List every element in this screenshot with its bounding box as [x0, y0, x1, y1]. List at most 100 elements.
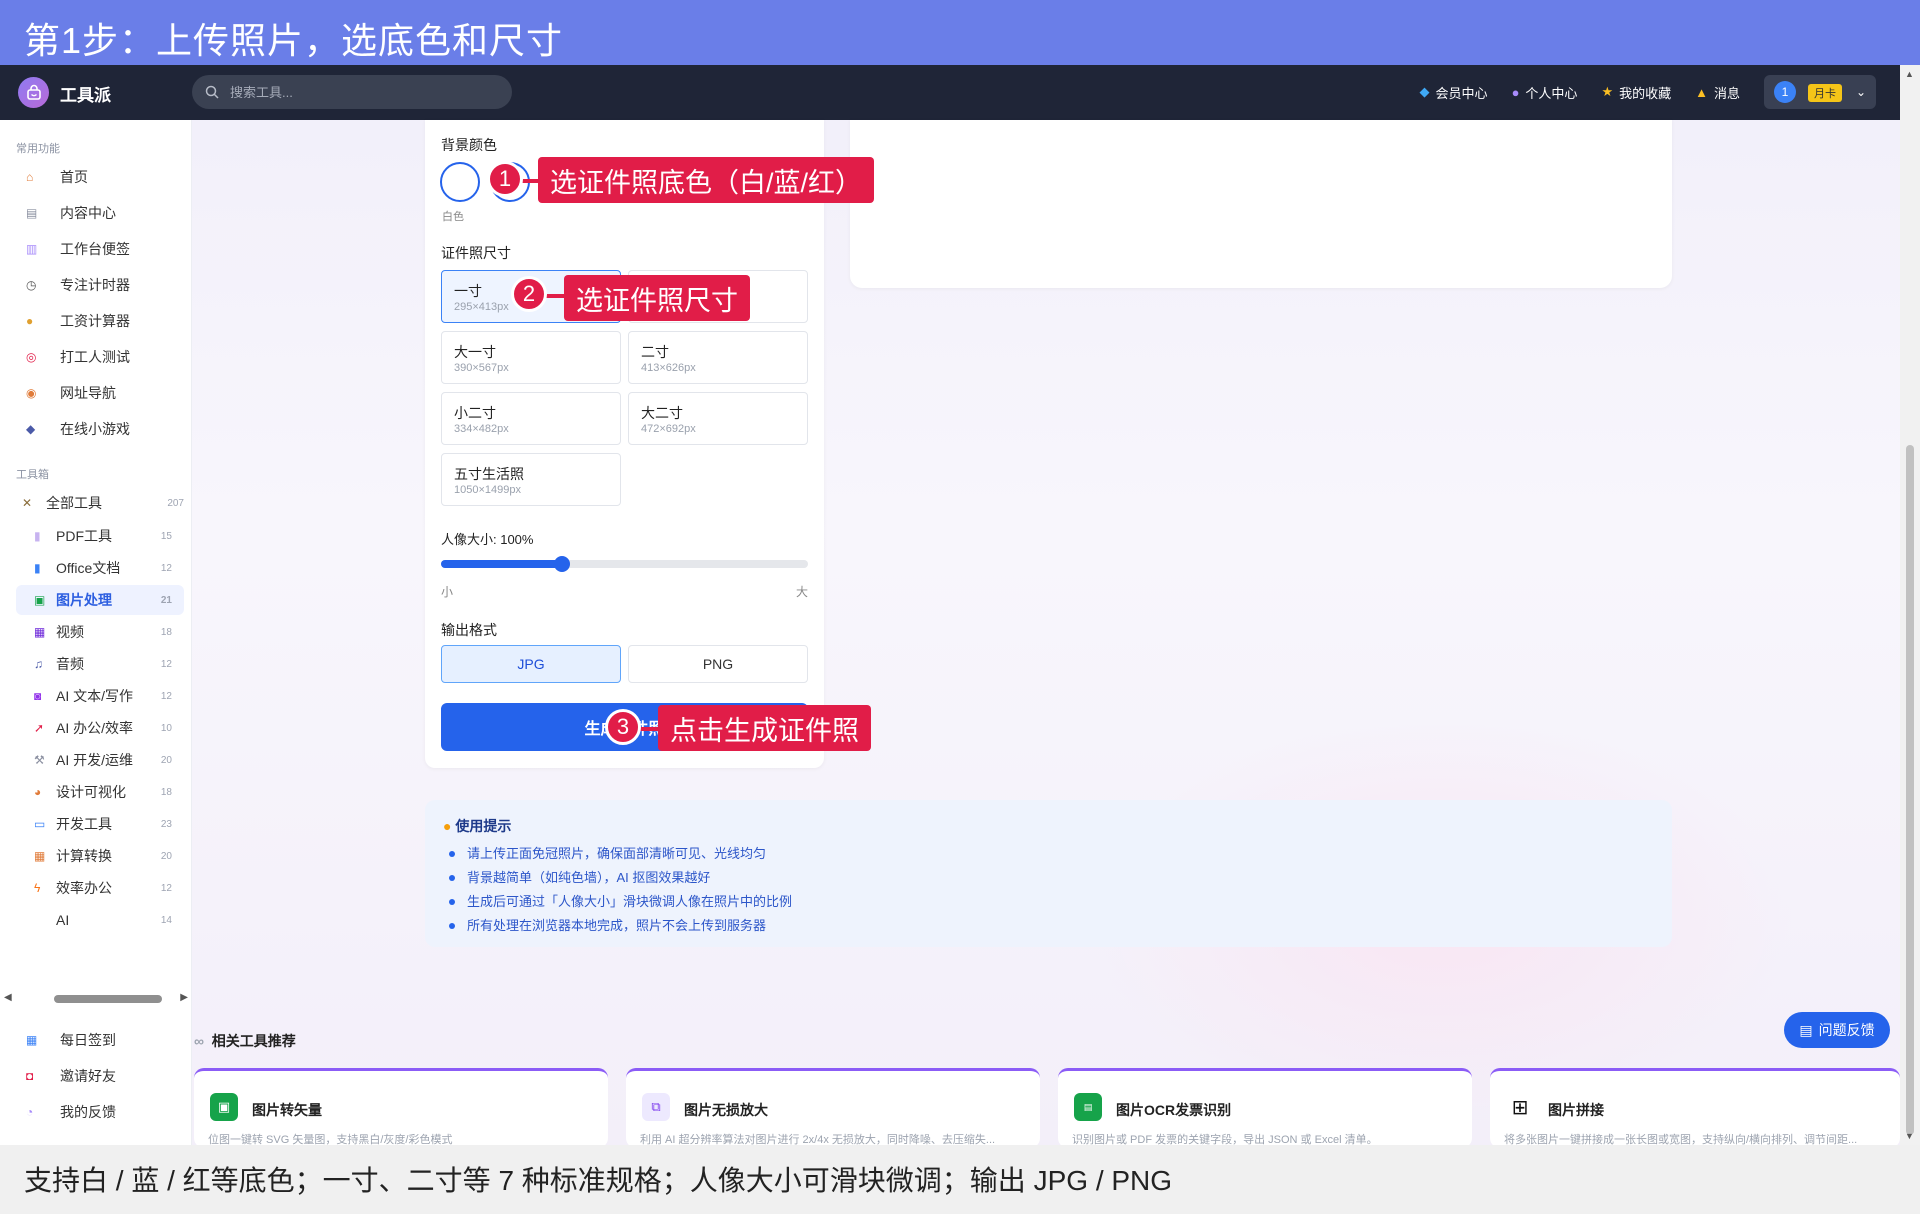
sidebar-item-content[interactable]: ▤ 内容中心: [16, 198, 182, 228]
user-menu[interactable]: 1 月卡 ⌄: [1764, 75, 1876, 109]
slider-min-label: 小: [441, 585, 454, 599]
related-card-stitch[interactable]: ⊞ 图片拼接 将多张图片一键拼接成一张长图或宽图，支持纵向/横向排列、调节间距.…: [1490, 1068, 1900, 1148]
bg-swatch-white[interactable]: [440, 162, 480, 202]
size-name: 五寸生活照: [454, 466, 524, 482]
scrollbar-thumb[interactable]: [54, 995, 162, 1003]
sidebar-item-image[interactable]: ▣ 图片处理 21: [16, 585, 184, 615]
slider-handle[interactable]: [554, 556, 570, 572]
caption-bar: 支持白 / 蓝 / 红等底色；一寸、二寸等 7 种标准规格；人像大小可滑块微调；…: [0, 1145, 1920, 1214]
sidebar-item-design[interactable]: ◕ 设计可视化 18: [16, 777, 184, 807]
format-jpg-button[interactable]: JPG: [441, 645, 621, 683]
related-card-vector[interactable]: ▣ 图片转矢量 位图一键转 SVG 矢量图，支持黑白/灰度/彩色模式: [194, 1068, 608, 1148]
search-input[interactable]: [230, 82, 490, 102]
format-png-button[interactable]: PNG: [628, 645, 808, 683]
related-tools-title: ∞ 相关工具推荐: [194, 1031, 296, 1051]
scrollbar-thumb[interactable]: [1906, 445, 1914, 1135]
lightning-icon: ϟ: [34, 881, 41, 895]
size-dims: 295×413px: [454, 301, 509, 313]
sidebar-item-notes[interactable]: ▥ 工作台便签: [16, 234, 182, 264]
stopwatch-icon: ◷: [26, 278, 37, 292]
size-option-small-2cun[interactable]: 小二寸 334×482px: [441, 392, 621, 445]
nav-favorites[interactable]: ★ 我的收藏: [1601, 83, 1671, 102]
nav-favorites-label: 我的收藏: [1619, 85, 1672, 101]
document-icon: ▤: [1799, 1021, 1813, 1038]
scroll-up-icon[interactable]: ▲: [1905, 69, 1914, 79]
size-name: 小二寸: [454, 405, 496, 421]
sidebar-item-ai-writing[interactable]: ◙ AI 文本/写作 12: [16, 681, 184, 711]
size-option-2cun[interactable]: 二寸 413×626px: [628, 331, 808, 384]
size-option-5cun[interactable]: 五寸生活照 1050×1499px: [441, 453, 621, 506]
sidebar-item-ai-office[interactable]: ➚ AI 办公/效率 10: [16, 713, 184, 743]
size-option-large-1cun[interactable]: 大一寸 390×567px: [441, 331, 621, 384]
size-option-large-2cun[interactable]: 大二寸 472×692px: [628, 392, 808, 445]
sidebar-item-salary[interactable]: ● 工资计算器: [16, 306, 182, 336]
sidebar-item-feedback[interactable]: ◔ 我的反馈: [16, 1097, 182, 1127]
memo-icon: ▥: [26, 242, 38, 256]
link-icon: ∞: [194, 1033, 204, 1049]
lightbulb-icon: ●: [443, 818, 452, 834]
sidebar-item-pdf[interactable]: ▮ PDF工具 15: [16, 521, 184, 551]
portrait-size-label: 人像大小: 100%: [441, 532, 534, 547]
grid-icon: ⊞: [1511, 1096, 1529, 1119]
nav-personal-label: 个人中心: [1525, 85, 1578, 101]
sidebar-item-label: 工作台便签: [60, 241, 130, 257]
sidebar-item-timer[interactable]: ◷ 专注计时器: [16, 270, 182, 300]
sidebar-item-count: 15: [160, 530, 172, 542]
sidebar-item-invite[interactable]: ◘ 邀请好友: [16, 1061, 182, 1091]
sidebar-horizontal-scrollbar[interactable]: ◀ ▶: [0, 992, 192, 1006]
sidebar-item-home[interactable]: ⌂ 首页: [16, 162, 182, 192]
sidebar-item-video[interactable]: ▦ 视频 18: [16, 617, 184, 647]
palette-icon: ◕: [34, 785, 42, 799]
sidebar-item-label: 音频: [56, 656, 84, 672]
app-logo-text[interactable]: 工具派: [60, 81, 111, 106]
related-card-name: 图片转矢量: [252, 1102, 322, 1118]
scroll-down-icon[interactable]: ▼: [1905, 1131, 1914, 1141]
page-scrollbar[interactable]: ▲ ▼: [1900, 65, 1920, 1145]
sidebar-item-label: 打工人测试: [60, 349, 130, 365]
related-card-ocr[interactable]: ▤ 图片OCR发票识别 识别图片或 PDF 发票的关键字段，导出 JSON 或 …: [1058, 1068, 1472, 1148]
nav-personal-center[interactable]: ● 个人中心: [1512, 83, 1578, 102]
bell-icon: ▲: [1695, 84, 1708, 100]
music-note-icon: ♫: [34, 657, 43, 671]
slider-max-label: 大: [796, 585, 809, 599]
sidebar-item-audio[interactable]: ♫ 音频 12: [16, 649, 184, 679]
scroll-left-icon[interactable]: ◀: [4, 992, 12, 1003]
search-box[interactable]: [192, 75, 512, 109]
logo-icon[interactable]: [18, 77, 49, 108]
sidebar-item-convert[interactable]: ▦ 计算转换 20: [16, 841, 184, 871]
search-icon: [205, 85, 219, 99]
related-card-upscale[interactable]: ⧉ 图片无损放大 利用 AI 超分辨率算法对图片进行 2x/4x 无损放大，同时…: [626, 1068, 1040, 1148]
sidebar-item-count: 10: [160, 722, 172, 734]
nav-member-center[interactable]: ◆ 会员中心: [1420, 83, 1488, 102]
sidebar-item-count: 12: [160, 658, 172, 670]
annotation-callout-2: 选证件照尺寸: [564, 275, 750, 321]
sidebar-item-count: 20: [160, 754, 172, 766]
sidebar-item-games[interactable]: ◆ 在线小游戏: [16, 414, 182, 444]
tips-list: 请上传正面免冠照片，确保面部清晰可见、光线均匀 背景越简单（如纯色墙），AI 抠…: [449, 842, 792, 938]
target-icon: ◎: [26, 350, 37, 364]
sidebar-item-count: 20: [160, 850, 172, 862]
calendar-icon: ▦: [26, 1033, 38, 1047]
sidebar: 常用功能 ⌂ 首页 ▤ 内容中心 ▥ 工作台便签 ◷ 专注计时器 ● 工资计算器 ◎ 打工人…: [0, 120, 192, 1145]
size-dims: 390×567px: [454, 362, 509, 374]
sidebar-item-label: 视频: [56, 624, 84, 640]
sidebar-item-efficiency[interactable]: ϟ 效率办公 12: [16, 873, 184, 903]
sidebar-item-ai-dev[interactable]: ⚒ AI 开发/运维 20: [16, 745, 184, 775]
size-dims: 413×626px: [641, 362, 696, 374]
scroll-right-icon[interactable]: ▶: [180, 992, 188, 1003]
sidebar-item-test[interactable]: ◎ 打工人测试: [16, 342, 182, 372]
user-icon: ●: [1511, 84, 1520, 100]
output-format-label: 输出格式: [441, 622, 497, 638]
compass-icon: ◉: [26, 386, 37, 400]
sidebar-item-nav[interactable]: ◉ 网址导航: [16, 378, 182, 408]
abacus-icon: ▦: [34, 849, 46, 863]
sidebar-item-all-tools[interactable]: ✕ 全部工具 207: [16, 488, 184, 518]
sidebar-item-office[interactable]: ▮ Office文档 12: [16, 553, 184, 583]
nav-messages[interactable]: ▲ 消息: [1695, 83, 1740, 102]
feedback-button[interactable]: ▤ 问题反馈: [1784, 1012, 1890, 1048]
portrait-size-slider[interactable]: [441, 556, 808, 572]
tip-item: 生成后可通过「人像大小」滑块微调人像在照片中的比例: [449, 890, 792, 914]
sidebar-item-dev-tools[interactable]: ▭ 开发工具 23: [16, 809, 184, 839]
sidebar-item-checkin[interactable]: ▦ 每日签到: [16, 1025, 182, 1055]
sidebar-item-ai[interactable]: AI 14: [16, 905, 184, 935]
